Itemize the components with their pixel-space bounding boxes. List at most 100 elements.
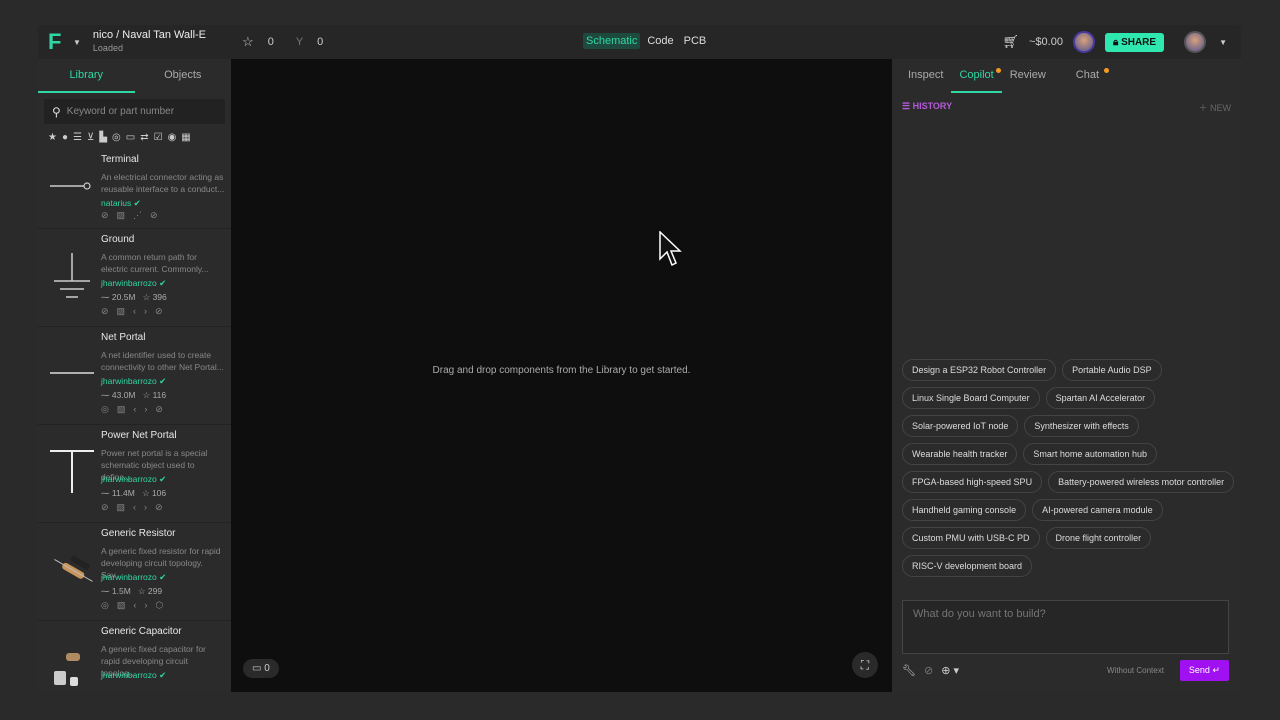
chip-filter-icon[interactable]: ◎ [112, 132, 121, 143]
author[interactable]: jharwinbarrozo ✔ [101, 376, 166, 387]
send-button[interactable]: Send ↵ [1179, 659, 1229, 681]
list-item[interactable]: Generic Capacitor A generic fixed capacit… [38, 621, 231, 692]
tab-chat[interactable]: Chat [1068, 59, 1110, 93]
menu-icon: ☰ [902, 101, 911, 111]
item-stats: ⁓ 20.5M ☆ 396 [101, 292, 167, 302]
collaborator-avatar[interactable] [1072, 31, 1095, 53]
suggestion-chip[interactable]: AI-powered camera module [1032, 499, 1163, 521]
cart-filter-icon[interactable]: ⊻ [87, 132, 94, 143]
verified-icon: ✔ [159, 572, 167, 582]
fork-button[interactable]: Y0 [296, 36, 323, 48]
terminal-symbol [50, 182, 91, 190]
canvas-hint: Drag and drop components from the Librar… [432, 365, 691, 376]
star-button[interactable]: ☆ 0 [242, 34, 274, 50]
verified-icon: ✔ [159, 474, 167, 484]
mouse-cursor [659, 231, 682, 267]
author[interactable]: jharwinbarrozo ✔ [101, 572, 166, 583]
list-item[interactable]: Generic Resistor A generic fixed resistor… [38, 523, 231, 621]
tab-code[interactable]: Code [644, 33, 676, 49]
star-icon: ☆ [242, 34, 254, 49]
check-filter-icon[interactable]: ☑ [154, 132, 163, 143]
ic-filter-icon[interactable]: ◉ [168, 132, 177, 143]
shuffle-filter-icon[interactable]: ⇄ [140, 132, 148, 143]
item-icons: ⊘▧⋰⊘ [101, 210, 166, 220]
resistor-image [54, 555, 93, 582]
suggestion-chip[interactable]: Portable Audio DSP [1062, 359, 1162, 381]
tab-copilot[interactable]: Copilot [951, 59, 1002, 93]
author[interactable]: jharwinbarrozo ✔ [101, 474, 166, 485]
list-item[interactable]: Power Net Portal Power net portal is a sp… [38, 425, 231, 523]
cart-icon[interactable]: 🛒︎ [1002, 34, 1019, 50]
list-item[interactable]: Ground A common return path for electric … [38, 229, 231, 327]
capacitor-image [54, 653, 80, 686]
tab-schematic[interactable]: Schematic [583, 33, 641, 49]
notification-dot [1104, 68, 1110, 73]
factory-filter-icon[interactable]: ▙ [99, 132, 107, 143]
context-toggle[interactable]: Without Context [1107, 666, 1164, 675]
list-item[interactable]: Net Portal A net identifier used to creat… [38, 327, 231, 425]
suggestion-chip[interactable]: Wearable health tracker [902, 443, 1018, 465]
suggestion-chip[interactable]: Synthesizer with effects [1024, 415, 1139, 437]
list-item[interactable]: Terminal An electrical connector acting a… [38, 149, 231, 229]
comments-button[interactable]: ▭ 0 [243, 659, 279, 678]
search-input[interactable]: ⚲ Keyword or part number [44, 99, 225, 124]
suggestion-chip[interactable]: Custom PMU with USB-C PD [902, 527, 1040, 549]
project-title[interactable]: nico / Naval Tan Wall-E [93, 29, 206, 42]
plus-icon: ＋ [1198, 103, 1208, 113]
chevron-down-icon[interactable]: ▼ [1219, 38, 1227, 47]
ground-symbol [54, 253, 90, 298]
suggestion-chip[interactable]: Battery-powered wireless motor controlle… [1048, 471, 1235, 493]
wrench-icon[interactable]: 🔧︎ [902, 664, 916, 677]
author[interactable]: jharwinbarrozo ✔ [101, 278, 166, 289]
flux-logo[interactable]: F [48, 31, 70, 53]
net-portal-symbol [50, 372, 94, 374]
tab-objects[interactable]: Objects [135, 59, 232, 93]
library-panel: Library Objects ⚲ Keyword or part number ★… [38, 59, 231, 692]
chevron-down-icon[interactable]: ▼ [73, 38, 81, 47]
fork-icon: Y [295, 36, 304, 48]
suggestion-chip[interactable]: Smart home automation hub [1023, 443, 1157, 465]
tab-pcb[interactable]: PCB [681, 33, 710, 49]
tab-inspect[interactable]: Inspect [900, 59, 951, 93]
top-bar: F ▼ nico / Naval Tan Wall-E Loaded ☆ 0 Y0 S… [38, 25, 1241, 59]
author[interactable]: natarius ✔ [101, 198, 141, 209]
suggestion-chip[interactable]: Handheld gaming console [902, 499, 1027, 521]
item-stats: ⁓ 1.5M ☆ 299 [101, 586, 163, 596]
history-button[interactable]: ☰ HISTORY [902, 101, 952, 112]
suggestion-chip[interactable]: Solar-powered IoT node [902, 415, 1019, 437]
library-list: Terminal An electrical connector acting a… [38, 149, 231, 692]
new-chat-button[interactable]: ＋ NEW [1198, 101, 1231, 114]
suggestion-chip[interactable]: Spartan AI Accelerator [1045, 387, 1156, 409]
schematic-canvas[interactable]: Drag and drop components from the Librar… [231, 59, 892, 692]
item-stats: ⁓ 11.4M ☆ 106 [101, 488, 167, 498]
suggestion-chip[interactable]: FPGA-based high-speed SPU [902, 471, 1043, 493]
item-icons: ◎▧‹›⊘ [101, 404, 171, 414]
prompt-input[interactable] [902, 600, 1229, 654]
comment-icon: ▭ [252, 663, 262, 674]
board-filter-icon[interactable]: ▦ [181, 132, 190, 143]
suggestion-chip[interactable]: Drone flight controller [1045, 527, 1152, 549]
user-filter-icon[interactable]: ● [62, 132, 68, 143]
verified-icon: ✔ [159, 278, 167, 288]
suggestion-chip[interactable]: Linux Single Board Computer [902, 387, 1040, 409]
tab-review[interactable]: Review [1002, 59, 1054, 93]
notification-dot [995, 68, 1001, 73]
tab-library[interactable]: Library [38, 59, 135, 93]
paperclip-icon[interactable]: ⊘ [924, 664, 933, 677]
view-switcher: Schematic Code PCB [583, 33, 709, 49]
item-icons: ⊘▧‹›⊘ [101, 502, 171, 512]
fullscreen-button[interactable]: ⛶ [852, 652, 878, 678]
lock-icon: 🔒︎ [1112, 36, 1119, 48]
suggestion-chip[interactable]: RISC-V development board [902, 555, 1033, 577]
project-status: Loaded [92, 43, 123, 53]
author[interactable]: jharwinbarrozo ✔ [101, 670, 166, 681]
list-filter-icon[interactable]: ☰ [73, 132, 82, 143]
user-avatar[interactable] [1184, 31, 1207, 53]
search-icon: ⚲ [52, 104, 61, 119]
suggestion-chip[interactable]: Design a ESP32 Robot Controller [902, 359, 1057, 381]
item-icons: ⊘▧‹›⊘ [101, 306, 171, 316]
share-button[interactable]: 🔒︎ SHARE [1104, 32, 1165, 52]
add-icon[interactable]: ⊕ ▾ [941, 664, 959, 677]
component-filter-icon[interactable]: ▭ [126, 132, 135, 143]
star-filter-icon[interactable]: ★ [48, 132, 57, 143]
